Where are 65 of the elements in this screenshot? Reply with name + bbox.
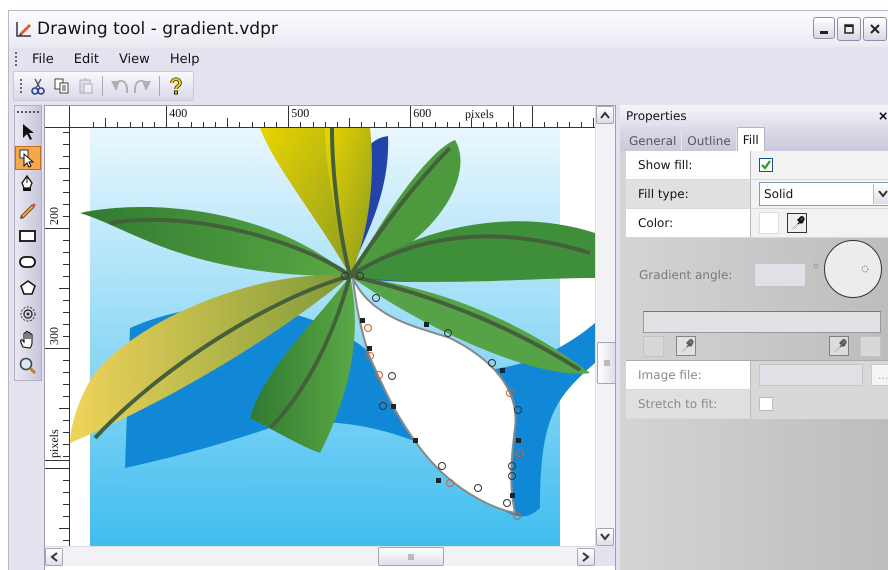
ruler-label: 600 <box>413 107 432 119</box>
field-label: Gradient angle: <box>639 268 732 282</box>
close-button[interactable]: × <box>876 108 888 124</box>
angle-field[interactable] <box>754 263 806 287</box>
scroll-thumb[interactable] <box>597 342 616 384</box>
copy-icon <box>53 77 71 95</box>
chevron-left-icon <box>50 552 58 562</box>
close-button[interactable] <box>863 17 887 41</box>
chevron-down-icon <box>878 190 888 198</box>
scroll-up-button[interactable] <box>596 106 614 124</box>
ruler-unit-label: pixels <box>48 429 60 458</box>
scrollbar-corner <box>595 546 615 566</box>
menu-item[interactable]: View <box>110 50 158 68</box>
menu-item[interactable]: Edit <box>66 50 107 68</box>
app-icon <box>15 20 33 38</box>
scroll-left-button[interactable] <box>45 548 63 566</box>
scroll-right-button[interactable] <box>577 548 595 566</box>
pentagon-icon <box>18 278 38 298</box>
close-icon <box>870 24 880 34</box>
paste-icon <box>77 77 95 95</box>
magnifier-icon <box>18 356 38 376</box>
dropdown[interactable]: Solid <box>759 182 888 206</box>
scroll-thumb[interactable] <box>378 547 444 566</box>
spiral-icon <box>18 304 38 324</box>
maximize-icon <box>844 24 854 34</box>
field-label: Show fill: <box>626 151 751 179</box>
maximize-button[interactable] <box>837 17 861 41</box>
field-label: Stretch to fit: <box>626 390 751 418</box>
menu-item[interactable]: Help <box>162 50 208 68</box>
grip-icon <box>407 552 415 560</box>
ruler-label: 400 <box>169 107 188 119</box>
toolbar-grip <box>20 79 25 93</box>
pencil-icon <box>18 200 38 220</box>
degree-icon <box>813 263 819 269</box>
chevron-up-icon <box>600 111 610 119</box>
window-title: Drawing tool - gradient.vdpr <box>37 19 278 39</box>
checkbox[interactable] <box>759 158 773 172</box>
chevron-right-icon <box>582 552 590 562</box>
tab[interactable]: Fill <box>736 127 765 151</box>
file-path-field[interactable] <box>759 364 863 386</box>
field-label: Color: <box>626 209 751 237</box>
eyedropper-button[interactable] <box>787 213 807 233</box>
ruler-unit-label: pixels <box>465 108 494 120</box>
ruler-label: 200 <box>48 207 60 225</box>
checkmark-icon <box>760 159 772 171</box>
minimize-icon <box>820 31 828 34</box>
chevron-down-icon <box>600 533 610 541</box>
toolbar-grip <box>15 52 20 66</box>
panel-title: Properties <box>626 109 687 123</box>
scroll-down-button[interactable] <box>596 528 614 546</box>
minimize-button[interactable] <box>813 17 835 39</box>
color-swatch[interactable] <box>860 336 881 357</box>
tool-button[interactable] <box>15 146 41 170</box>
field-label: Image file: <box>626 361 751 389</box>
grip-icon <box>602 359 610 367</box>
dial-handle-icon <box>861 265 869 273</box>
undo-icon <box>110 77 128 95</box>
dropdown-value: Solid <box>764 187 794 201</box>
menu-item[interactable]: File <box>24 50 62 68</box>
field-label: Fill type: <box>626 180 751 208</box>
color-swatch[interactable] <box>759 212 779 234</box>
redo-icon <box>134 77 152 95</box>
ruler-label: 300 <box>48 327 60 345</box>
ruler-label: 500 <box>291 107 310 119</box>
scissors-icon <box>29 77 47 95</box>
